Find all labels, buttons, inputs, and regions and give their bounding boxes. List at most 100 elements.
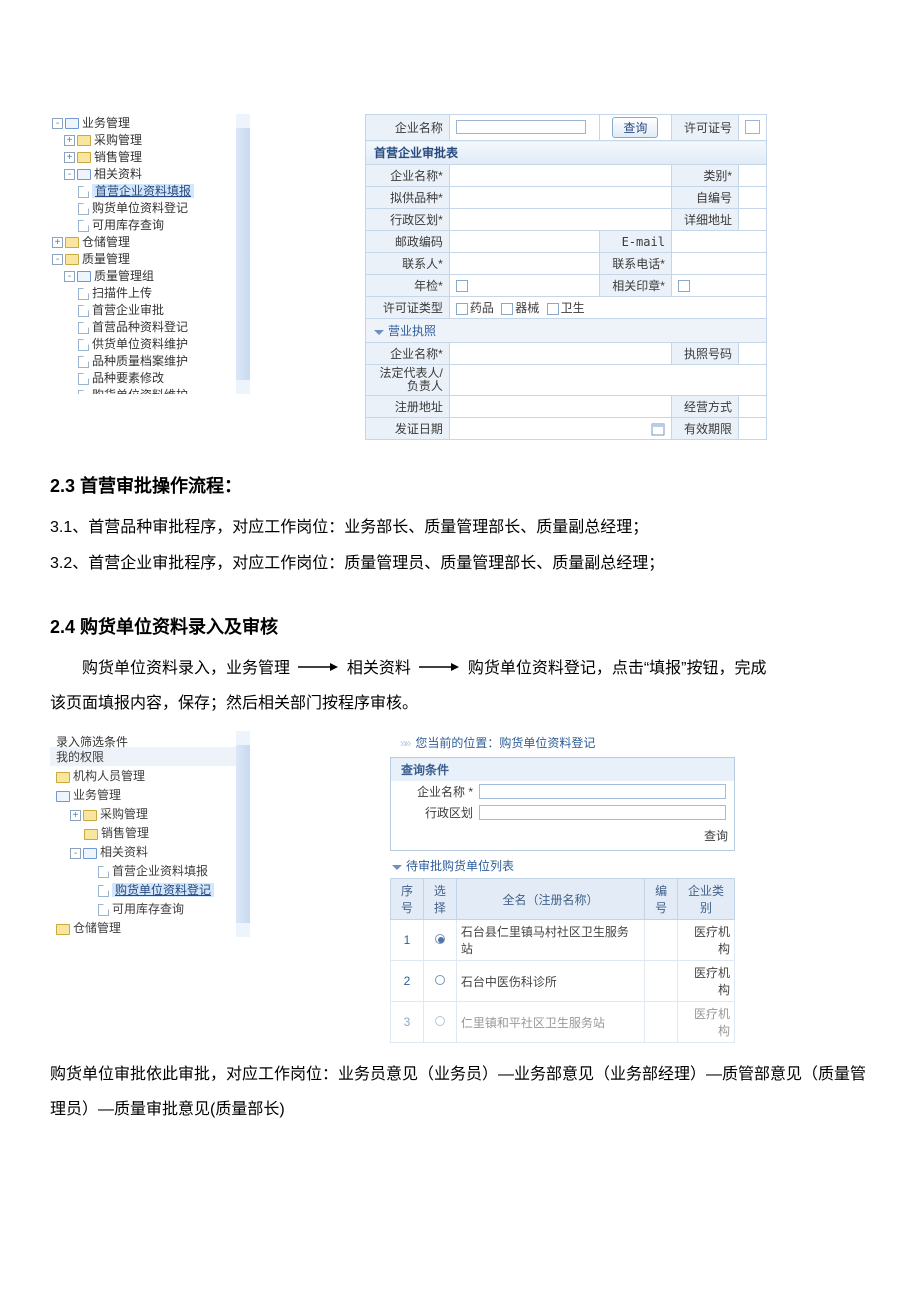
- folder-icon: [77, 152, 91, 163]
- label: 发证日期: [366, 418, 450, 440]
- tree-node[interactable]: 机构人员管理: [73, 769, 145, 783]
- tree-node[interactable]: 品种质量档案维护: [92, 354, 188, 368]
- tree-node[interactable]: 业务管理: [73, 788, 121, 802]
- file-icon: [78, 390, 89, 394]
- tree-node[interactable]: 仓储管理: [82, 235, 130, 249]
- collapse-icon[interactable]: -: [70, 848, 81, 859]
- tree-node[interactable]: 首营企业审批: [92, 303, 164, 317]
- tree-node[interactable]: 可用库存查询: [92, 218, 164, 232]
- tree-node[interactable]: 购货单位资料登记: [92, 201, 188, 215]
- col-name: 全名（注册名称）: [456, 879, 644, 920]
- region-input[interactable]: [479, 805, 726, 820]
- label: 自编号: [671, 187, 738, 209]
- tree-node[interactable]: 质量管理: [82, 252, 130, 266]
- table-row[interactable]: 1 石台县仁里镇马村社区卫生服务站医疗机构: [391, 920, 735, 961]
- tree-node[interactable]: 我的权限: [50, 747, 250, 766]
- tree-node-active[interactable]: 购货单位资料登记: [112, 883, 214, 897]
- label: 企业名称*: [366, 165, 450, 187]
- file-icon: [98, 885, 109, 897]
- folder-icon: [77, 169, 91, 180]
- tree-node[interactable]: 扫描件上传: [92, 286, 152, 300]
- expand-icon[interactable]: +: [70, 810, 81, 821]
- label: 许可证类型: [366, 297, 450, 319]
- label: 行政区划*: [366, 209, 450, 231]
- tree-node[interactable]: 相关资料: [94, 167, 142, 181]
- label: 注册地址: [366, 396, 450, 418]
- tree-node[interactable]: 质量管理组: [94, 269, 154, 283]
- label: 企业名称*: [366, 343, 450, 365]
- tree-node[interactable]: 品种要素修改: [92, 371, 164, 385]
- file-icon: [78, 322, 89, 334]
- tree-node[interactable]: 可用库存查询: [112, 902, 184, 916]
- tree-node[interactable]: 仓储管理: [73, 921, 121, 935]
- table-row[interactable]: 2 石台中医伤科诊所医疗机构: [391, 961, 735, 1002]
- paragraph-3-1: 3.1、首营品种审批程序，对应工作岗位：业务部长、质量管理部长、质量副总经理；: [50, 510, 870, 545]
- label: 执照号码: [671, 343, 738, 365]
- radio-select[interactable]: [435, 975, 445, 985]
- label: 类别*: [671, 165, 738, 187]
- tree-node[interactable]: 销售管理: [101, 826, 149, 840]
- collapse-icon[interactable]: -: [52, 254, 63, 265]
- collapse-icon[interactable]: -: [64, 271, 75, 282]
- tree-node[interactable]: 业务管理: [82, 116, 130, 130]
- checkbox-health[interactable]: [547, 303, 559, 315]
- tree-node[interactable]: 相关资料: [100, 845, 148, 859]
- tree-node[interactable]: 销售管理: [94, 150, 142, 164]
- collapse-icon[interactable]: -: [52, 118, 63, 129]
- checkbox[interactable]: [456, 280, 468, 292]
- file-icon: [78, 220, 89, 232]
- group-header[interactable]: 营业执照: [366, 319, 767, 343]
- file-icon: [78, 356, 89, 368]
- tree-node[interactable]: 供货单位资料维护: [92, 337, 188, 351]
- permit-input[interactable]: [745, 120, 760, 134]
- calendar-icon[interactable]: [651, 422, 665, 436]
- tree-node-active[interactable]: 首营企业资料填报: [92, 184, 194, 198]
- label: 拟供品种*: [366, 187, 450, 209]
- expand-icon[interactable]: +: [64, 152, 75, 163]
- file-icon: [78, 186, 89, 198]
- folder-icon: [84, 829, 98, 840]
- tree-node[interactable]: 首营企业资料填报: [112, 864, 208, 878]
- company-input[interactable]: [479, 784, 726, 799]
- file-icon: [78, 203, 89, 215]
- paragraph-3-2: 3.2、首营企业审批程序，对应工作岗位：质量管理员、质量管理部长、质量副总经理；: [50, 546, 870, 581]
- label-company: 企业名称: [366, 115, 450, 141]
- tree-node[interactable]: 采购管理: [100, 807, 148, 821]
- paragraph-2-4b: 该页面填报内容，保存；然后相关部门按程序审核。: [50, 686, 870, 721]
- checkbox-drug[interactable]: [456, 303, 468, 315]
- table-row[interactable]: 3 仁里镇和平社区卫生服务站医疗机构: [391, 1002, 735, 1043]
- heading-2-3: 2.3 首营审批操作流程：: [50, 472, 870, 498]
- filter-label: 录入筛选条件: [50, 731, 250, 747]
- file-icon: [98, 904, 109, 916]
- expand-icon[interactable]: +: [64, 135, 75, 146]
- label: 经营方式: [671, 396, 738, 418]
- label: 年检*: [366, 275, 450, 297]
- collapse-icon[interactable]: -: [64, 169, 75, 180]
- arrow-icon: [298, 651, 338, 686]
- tree-node[interactable]: 首营品种资料登记: [92, 320, 188, 334]
- query-button[interactable]: 查询: [612, 117, 658, 138]
- tree-node[interactable]: 购货单位资料维护: [92, 388, 188, 394]
- folder-icon: [65, 237, 79, 248]
- approval-flow-text: 购货单位审批依此审批，对应工作岗位：业务员意见（业务员）—业务部意见（业务部经理…: [50, 1057, 870, 1127]
- radio-select[interactable]: [435, 934, 445, 944]
- label: 药品: [470, 301, 494, 315]
- col-seq: 序号: [391, 879, 424, 920]
- col-code: 编号: [645, 879, 678, 920]
- query-button[interactable]: 查询: [704, 829, 728, 843]
- label: 联系人*: [366, 253, 450, 275]
- breadcrumb: »»您当前的位置：购货单位资料登记: [390, 731, 735, 757]
- expand-icon[interactable]: +: [52, 237, 63, 248]
- radio-select[interactable]: [435, 1016, 445, 1026]
- file-icon: [78, 339, 89, 351]
- checkbox[interactable]: [678, 280, 690, 292]
- folder-icon: [65, 118, 79, 129]
- tree-node[interactable]: 采购管理: [94, 133, 142, 147]
- checkbox-device[interactable]: [501, 303, 513, 315]
- query-box: 查询条件 企业名称 * 行政区划 查询: [390, 757, 735, 851]
- label: 法定代表人/ 负责人: [366, 365, 450, 396]
- scrollbar[interactable]: [236, 114, 250, 394]
- company-name-input[interactable]: [456, 120, 586, 134]
- scrollbar[interactable]: [236, 731, 250, 937]
- paragraph-2-4a: 购货单位资料录入，业务管理 相关资料 购货单位资料登记，点击“填报”按钮，完成: [50, 651, 870, 686]
